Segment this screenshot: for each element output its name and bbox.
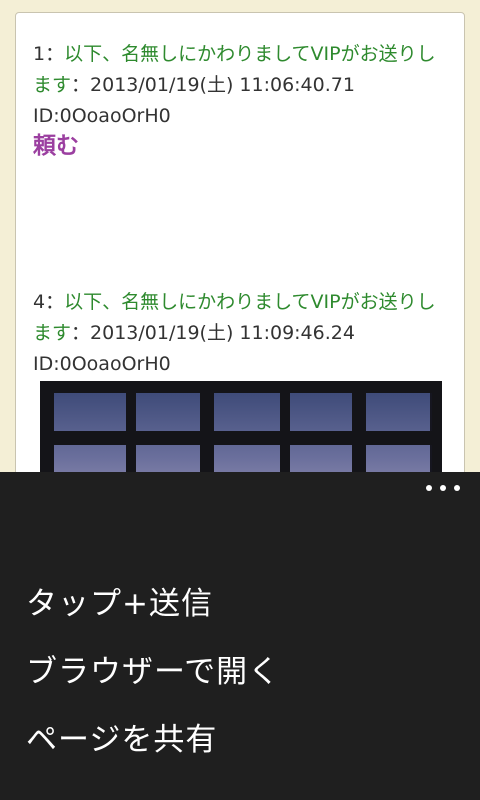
post-4: 4：以下、名無しにかわりましてVIPがお送りします：2013/01/19(土) … (33, 287, 448, 380)
menu-item-open-in-browser[interactable]: ブラウザーで開く (26, 652, 280, 692)
post-datetime: 2013/01/19(土) 11:09:46.24 (90, 322, 355, 344)
poster-id[interactable]: ID:0OoaoOrH0 (33, 353, 171, 375)
post-separator: ： (71, 322, 91, 344)
menu-item-tap-send[interactable]: タップ+送信 (26, 584, 213, 624)
menu-item-share-page[interactable]: ページを共有 (26, 720, 217, 760)
post-number[interactable]: 4 (33, 291, 45, 313)
post-datetime: 2013/01/19(土) 11:06:40.71 (90, 74, 355, 96)
post-separator: ： (45, 291, 65, 313)
poster-id[interactable]: ID:0OoaoOrH0 (33, 105, 171, 127)
post-separator: ： (71, 74, 91, 96)
post-number[interactable]: 1 (33, 43, 45, 65)
app-bar-menu: タップ+送信 ブラウザーで開く ページを共有 (0, 472, 480, 800)
post-body: 頼む (33, 133, 79, 159)
post-separator: ： (45, 43, 65, 65)
post-1: 1：以下、名無しにかわりましてVIPがお送りします：2013/01/19(土) … (33, 39, 448, 160)
more-icon[interactable] (426, 476, 460, 500)
